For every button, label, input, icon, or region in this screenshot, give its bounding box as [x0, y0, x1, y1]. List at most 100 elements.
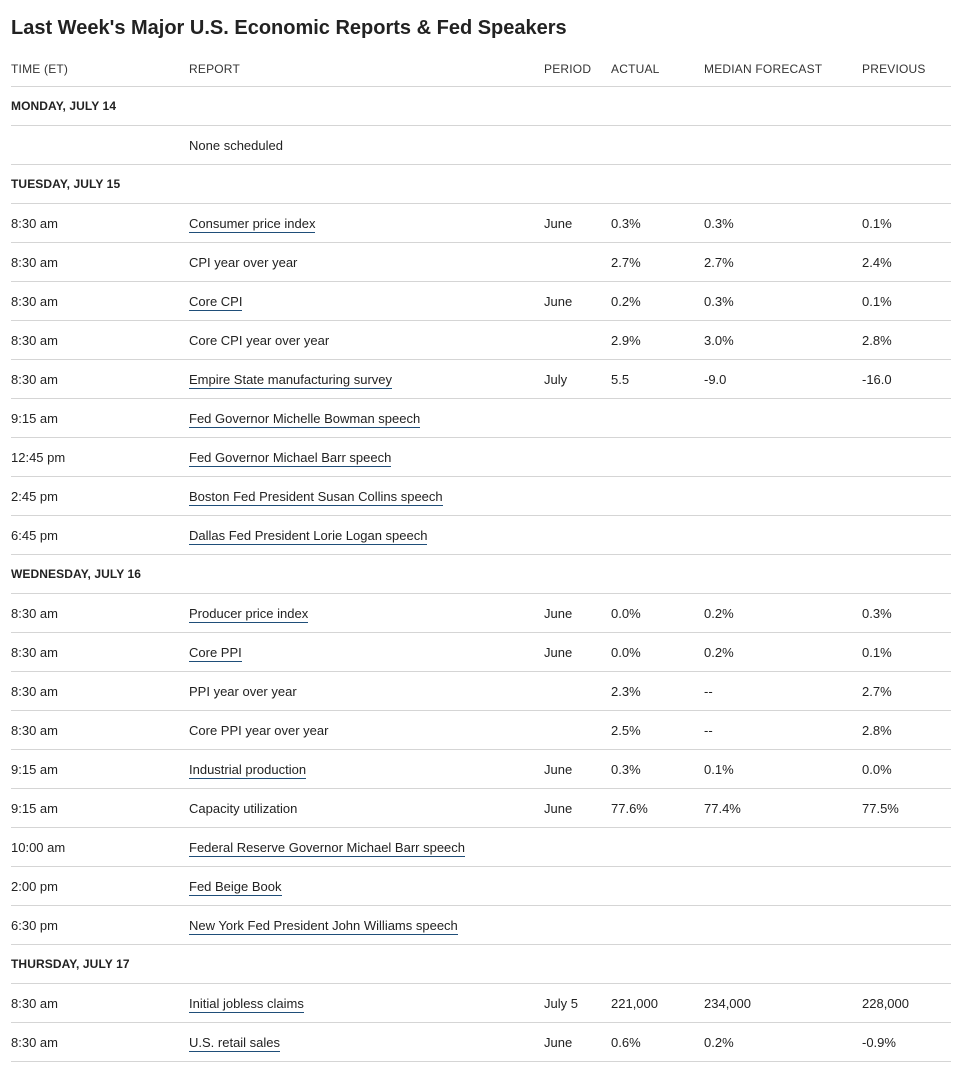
report-link[interactable]: Federal Reserve Governor Michael Barr sp…: [189, 839, 466, 857]
previous-cell: 2.8%: [862, 710, 951, 750]
period-cell: [544, 905, 611, 945]
period-cell: June: [544, 593, 611, 633]
table-row: 9:15 am Fed Governor Michelle Bowman spee…: [11, 398, 951, 438]
table-row: 10:00 am Federal Reserve Governor Michael…: [11, 827, 951, 867]
time-cell: 6:30 pm: [11, 905, 189, 945]
previous-cell: 0.1%: [862, 281, 951, 321]
median-forecast-cell: [704, 476, 862, 516]
report-link[interactable]: Empire State manufacturing survey: [189, 371, 393, 389]
previous-cell: 0.3%: [862, 593, 951, 633]
column-header-median-forecast: MEDIAN FORECAST: [704, 52, 862, 87]
table-row: 6:45 pm Dallas Fed President Lorie Logan …: [11, 515, 951, 555]
table-row: 8:30 am Core CPI June 0.2% 0.3% 0.1%: [11, 281, 951, 321]
previous-cell: [862, 398, 951, 438]
report-cell: Initial jobless claims: [189, 983, 544, 1023]
report-link[interactable]: Fed Beige Book: [189, 878, 282, 896]
median-forecast-cell: 0.2%: [704, 632, 862, 672]
median-forecast-cell: [704, 866, 862, 906]
median-forecast-cell: -9.0: [704, 359, 862, 399]
previous-cell: 77.5%: [862, 788, 951, 828]
actual-cell: 0.6%: [611, 1022, 704, 1062]
column-header-period: PERIOD: [544, 52, 611, 87]
median-forecast-cell: 0.2%: [704, 1022, 862, 1062]
previous-cell: [862, 437, 951, 477]
report-cell: Empire State manufacturing survey: [189, 359, 544, 399]
actual-cell: 0.2%: [611, 281, 704, 321]
period-cell: June: [544, 203, 611, 243]
time-cell: 8:30 am: [11, 320, 189, 360]
table-row: 6:30 pm New York Fed President John Willi…: [11, 905, 951, 945]
table-row: 9:15 am Capacity utilization June 77.6% 77.4…: [11, 788, 951, 828]
table-row: 8:30 am Initial jobless claims July 5 221,0…: [11, 983, 951, 1023]
period-cell: [544, 515, 611, 555]
period-cell: June: [544, 1022, 611, 1062]
period-cell: June: [544, 281, 611, 321]
report-cell: U.S. retail sales: [189, 1022, 544, 1062]
report-link[interactable]: Producer price index: [189, 605, 309, 623]
actual-cell: 2.9%: [611, 320, 704, 360]
actual-cell: 5.5: [611, 359, 704, 399]
period-cell: [544, 242, 611, 282]
actual-cell: [611, 515, 704, 555]
time-cell: 8:30 am: [11, 671, 189, 711]
actual-cell: [611, 866, 704, 906]
previous-cell: 0.1%: [862, 203, 951, 243]
report-link[interactable]: Consumer price index: [189, 215, 316, 233]
report-link[interactable]: Dallas Fed President Lorie Logan speech: [189, 527, 428, 545]
time-cell: 8:30 am: [11, 1022, 189, 1062]
period-cell: [544, 125, 611, 165]
report-link[interactable]: New York Fed President John Williams spe…: [189, 917, 458, 935]
day-label: THURSDAY, JULY 17: [11, 944, 951, 984]
table-row: 8:30 am Core PPI year over year 2.5% -- 2.8%: [11, 710, 951, 750]
previous-cell: -16.0: [862, 359, 951, 399]
day-header-row: WEDNESDAY, JULY 16: [11, 554, 951, 594]
report-link[interactable]: Fed Governor Michelle Bowman speech: [189, 410, 421, 428]
table-row: 2:45 pm Boston Fed President Susan Collin…: [11, 476, 951, 516]
period-cell: [544, 671, 611, 711]
previous-cell: [862, 515, 951, 555]
median-forecast-cell: --: [704, 671, 862, 711]
day-label: MONDAY, JULY 14: [11, 86, 951, 126]
table-row: 8:30 am Core PPI June 0.0% 0.2% 0.1%: [11, 632, 951, 672]
column-header-previous: PREVIOUS: [862, 52, 951, 87]
column-header-time: TIME (ET): [11, 52, 189, 87]
time-cell: 8:30 am: [11, 710, 189, 750]
time-cell: 8:30 am: [11, 593, 189, 633]
median-forecast-cell: 0.2%: [704, 593, 862, 633]
report-link[interactable]: Initial jobless claims: [189, 995, 304, 1013]
time-cell: 9:15 am: [11, 788, 189, 828]
table-row: 8:30 am Producer price index June 0.0% 0.2% 0…: [11, 593, 951, 633]
report-cell: Federal Reserve Governor Michael Barr sp…: [189, 827, 544, 867]
report-cell: Dallas Fed President Lorie Logan speech: [189, 515, 544, 555]
header-row: TIME (ET) REPORT PERIOD ACTUAL MEDIAN FO…: [11, 52, 951, 87]
table-row: 8:30 am Core CPI year over year 2.9% 3.0% 2.…: [11, 320, 951, 360]
previous-cell: [862, 476, 951, 516]
table-row: 8:30 am Consumer price index June 0.3% 0.3% 0…: [11, 203, 951, 243]
time-cell: 8:30 am: [11, 203, 189, 243]
report-link[interactable]: Core PPI: [189, 644, 242, 662]
median-forecast-cell: 0.3%: [704, 281, 862, 321]
previous-cell: 2.7%: [862, 671, 951, 711]
report-link[interactable]: Boston Fed President Susan Collins speec…: [189, 488, 443, 506]
page-title: Last Week's Major U.S. Economic Reports …: [11, 17, 567, 39]
previous-cell: [862, 866, 951, 906]
day-label: TUESDAY, JULY 15: [11, 164, 951, 204]
report-link[interactable]: U.S. retail sales: [189, 1034, 281, 1052]
table-row: 12:45 pm Fed Governor Michael Barr speech: [11, 437, 951, 477]
actual-cell: 0.3%: [611, 749, 704, 789]
table-header: TIME (ET) REPORT PERIOD ACTUAL MEDIAN FO…: [11, 52, 951, 87]
median-forecast-cell: [704, 905, 862, 945]
time-cell: 9:15 am: [11, 749, 189, 789]
median-forecast-cell: 0.1%: [704, 749, 862, 789]
time-cell: 2:00 pm: [11, 866, 189, 906]
report-link[interactable]: Fed Governor Michael Barr speech: [189, 449, 392, 467]
period-cell: June: [544, 788, 611, 828]
period-cell: [544, 398, 611, 438]
report-cell: PPI year over year: [189, 671, 544, 711]
previous-cell: 228,000: [862, 983, 951, 1023]
period-cell: June: [544, 632, 611, 672]
table-row: None scheduled: [11, 125, 951, 165]
actual-cell: 2.5%: [611, 710, 704, 750]
report-link[interactable]: Industrial production: [189, 761, 307, 779]
report-link[interactable]: Core CPI: [189, 293, 243, 311]
